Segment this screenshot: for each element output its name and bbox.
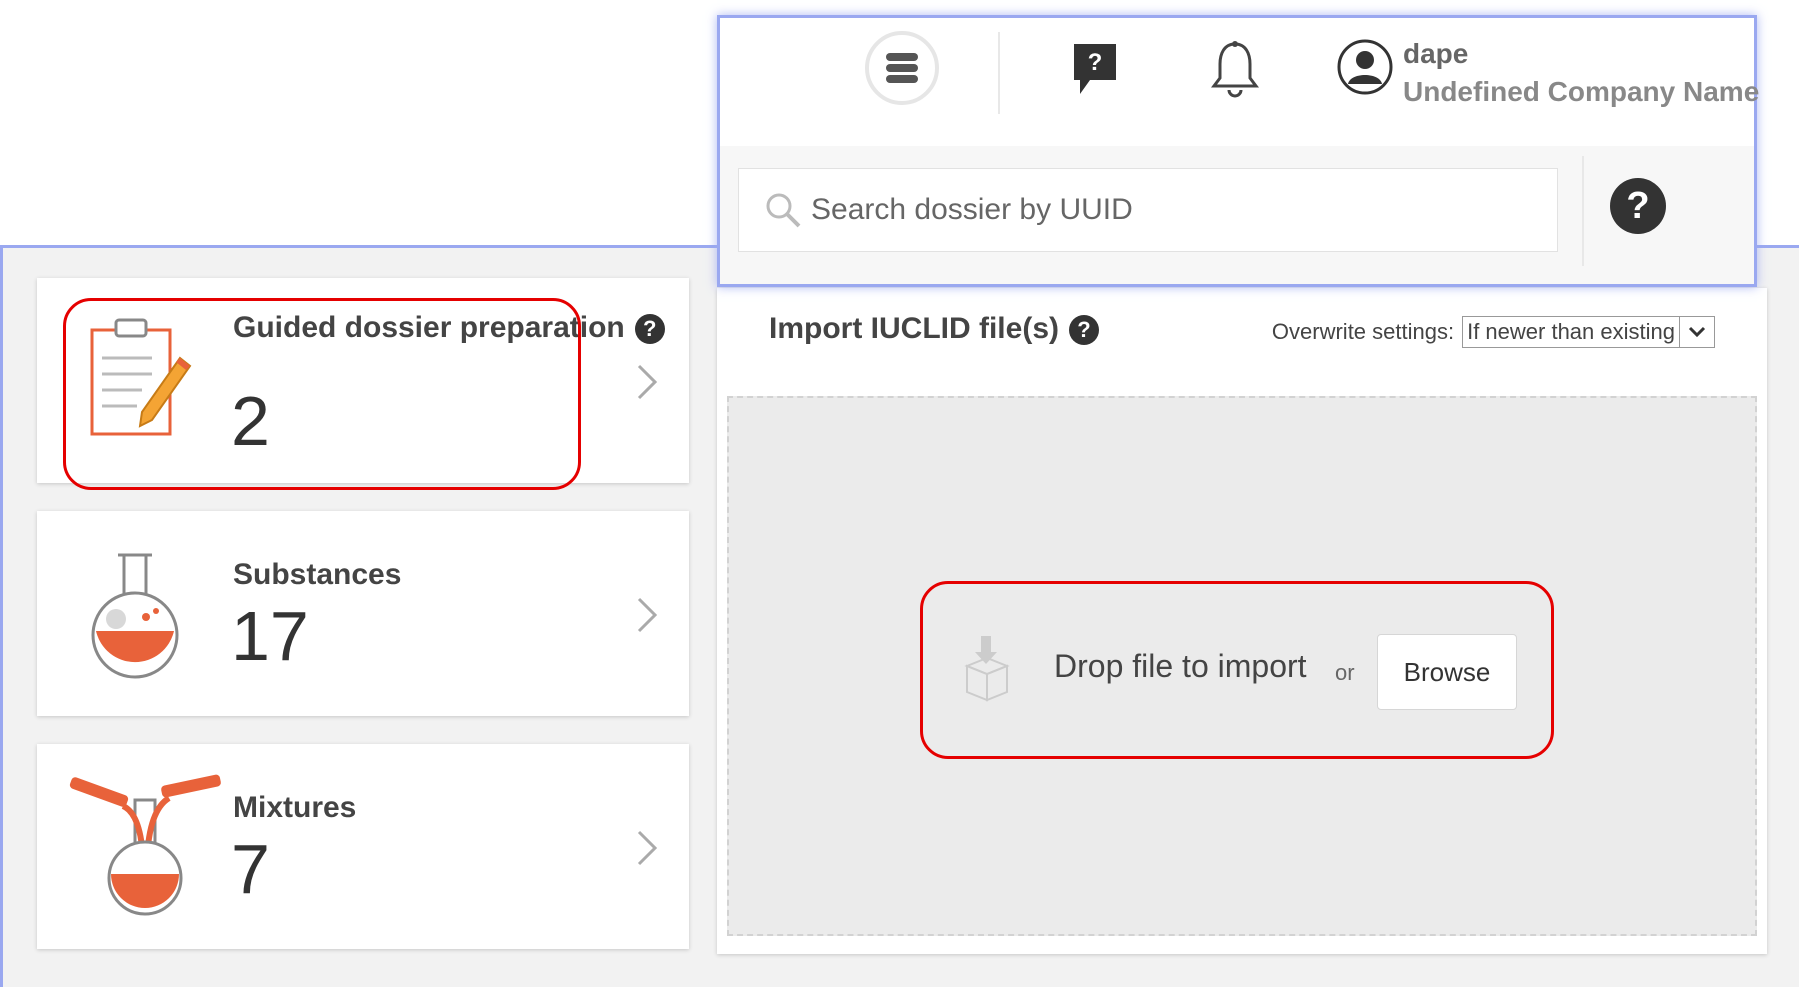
chevron-down-icon[interactable] <box>1679 317 1714 347</box>
import-title: Import IUCLID file(s)? <box>769 312 1099 346</box>
search-box[interactable] <box>738 168 1558 252</box>
svg-text:?: ? <box>1088 49 1103 76</box>
help-icon[interactable]: ? <box>634 314 665 345</box>
card-mixtures[interactable]: Mixtures 7 <box>37 744 689 949</box>
username: dape <box>1403 38 1469 69</box>
dossier-menu-button[interactable] <box>865 31 939 105</box>
search-input[interactable] <box>809 192 1553 228</box>
highlight-box-guided <box>63 298 581 490</box>
help-icon[interactable]: ? <box>1610 178 1666 234</box>
card-count: 7 <box>231 830 270 908</box>
mixing-flasks-icon <box>69 774 221 916</box>
card-substances[interactable]: Substances 17 <box>37 511 689 716</box>
chevron-right-icon[interactable] <box>635 362 659 402</box>
card-count: 17 <box>231 597 309 675</box>
help-chat-icon[interactable]: ? <box>1072 42 1118 98</box>
overwrite-select-value: If newer than existing <box>1467 319 1675 344</box>
divider <box>1582 156 1584 266</box>
bell-icon[interactable] <box>1210 40 1260 100</box>
header-search-bar: ? <box>720 146 1754 284</box>
overwrite-settings: Overwrite settings: If newer than existi… <box>1272 316 1715 348</box>
chevron-right-icon[interactable] <box>635 595 659 635</box>
overwrite-label: Overwrite settings: <box>1271 319 1455 344</box>
help-icon[interactable]: ? <box>1069 315 1099 346</box>
card-title: Mixtures <box>233 791 357 824</box>
card-title: Substances <box>233 558 402 591</box>
search-icon <box>766 193 801 228</box>
overwrite-select[interactable]: If newer than existing <box>1462 316 1715 348</box>
flask-icon <box>91 553 179 679</box>
highlight-box-drop <box>920 581 1554 759</box>
divider <box>998 32 1000 114</box>
dossier-menu-icon <box>886 53 918 83</box>
chevron-right-icon[interactable] <box>635 828 659 868</box>
company-name: Undefined Company Name <box>1403 76 1760 107</box>
header-top-bar: ? dape Undefined Company Name <box>720 18 1759 148</box>
user-avatar-icon[interactable] <box>1336 38 1394 96</box>
header-overlay: ? dape Undefined Company Name ? <box>717 15 1759 287</box>
